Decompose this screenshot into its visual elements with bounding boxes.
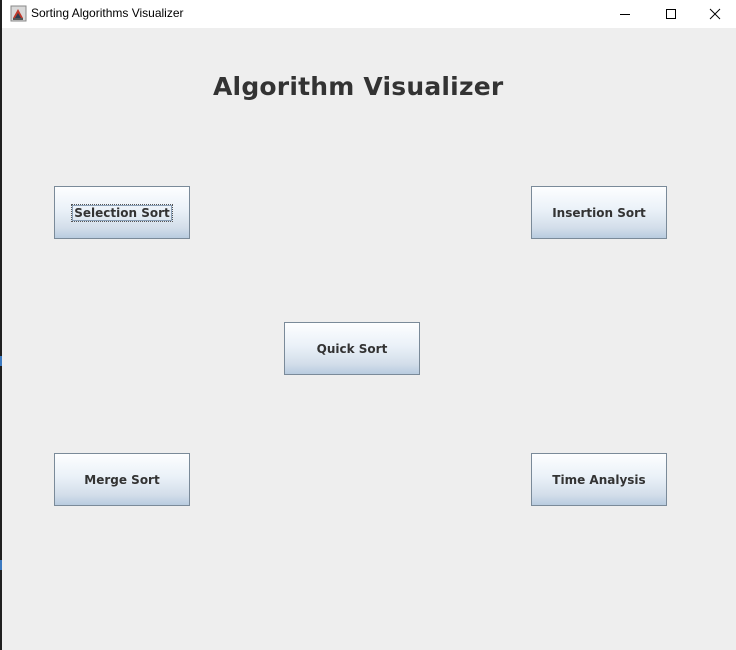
maximize-icon: [666, 9, 676, 19]
minimize-button[interactable]: [602, 0, 648, 28]
app-window: Sorting Algorithms Visualizer Algorithm …: [2, 0, 736, 650]
page-title: Algorithm Visualizer: [213, 72, 504, 101]
maximize-button[interactable]: [648, 0, 694, 28]
merge-sort-label: Merge Sort: [84, 472, 160, 487]
quick-sort-label: Quick Sort: [316, 341, 388, 356]
close-button[interactable]: [692, 0, 736, 28]
close-icon: [709, 8, 721, 20]
quick-sort-button[interactable]: Quick Sort: [284, 322, 420, 375]
java-app-icon: [10, 5, 27, 22]
insertion-sort-label: Insertion Sort: [552, 205, 646, 220]
insertion-sort-button[interactable]: Insertion Sort: [531, 186, 667, 239]
title-bar[interactable]: Sorting Algorithms Visualizer: [2, 0, 736, 28]
merge-sort-button[interactable]: Merge Sort: [54, 453, 190, 506]
selection-sort-button[interactable]: Selection Sort: [54, 186, 190, 239]
time-analysis-label: Time Analysis: [552, 472, 646, 487]
time-analysis-button[interactable]: Time Analysis: [531, 453, 667, 506]
selection-sort-label: Selection Sort: [71, 203, 173, 222]
content-pane: Algorithm Visualizer Selection Sort Inse…: [2, 28, 736, 650]
minimize-icon: [620, 14, 630, 15]
window-title: Sorting Algorithms Visualizer: [31, 6, 184, 20]
